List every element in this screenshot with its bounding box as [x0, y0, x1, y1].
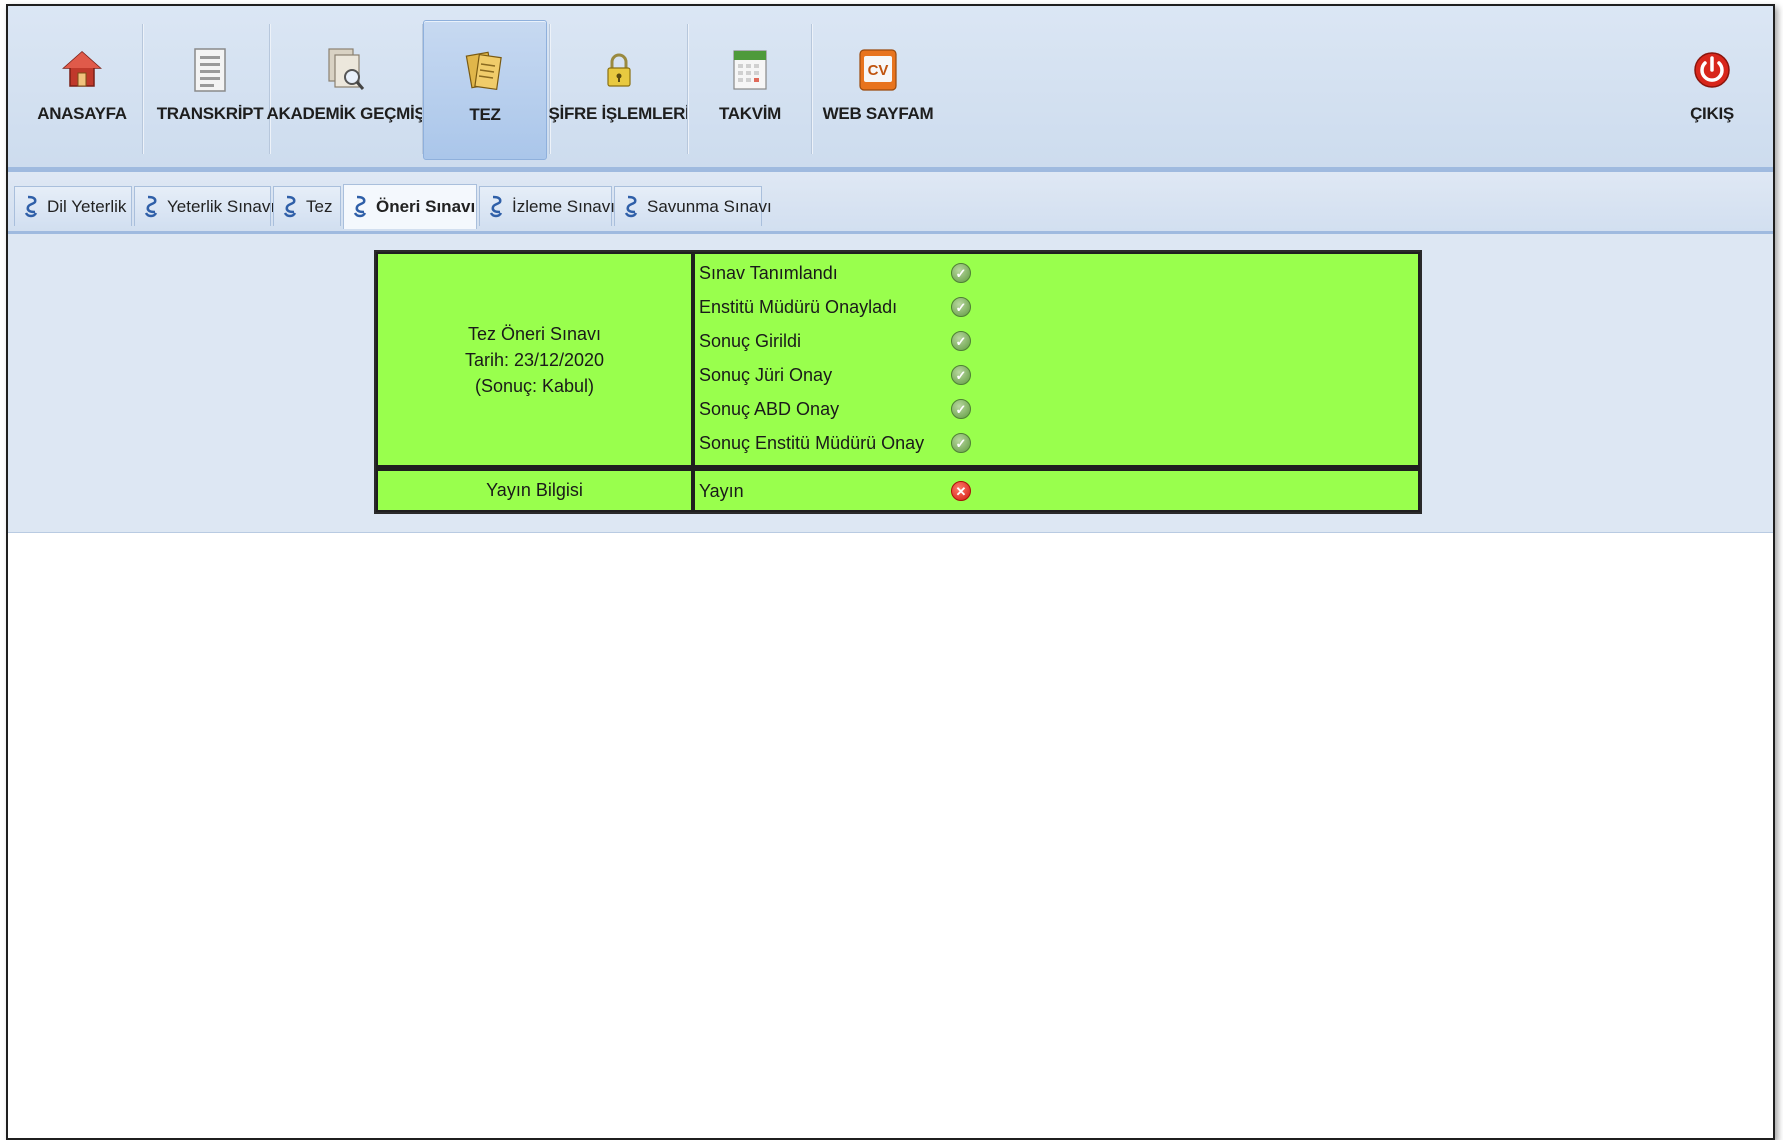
nav-academic-history-label: AKADEMİK GEÇMİŞ [266, 104, 426, 123]
tab-proposal-exam[interactable]: Öneri Sınavı [343, 184, 477, 229]
user-icon [623, 195, 639, 219]
publication-title: Yayın Bilgisi [486, 480, 583, 500]
exam-steps-cell: Sınav Tanımlandı ✓ Enstitü Müdürü Onayla… [695, 254, 1418, 465]
user-icon [282, 195, 298, 219]
logout-label: ÇIKIŞ [1690, 104, 1734, 123]
check-icon: ✓ [951, 297, 971, 317]
check-icon: ✓ [951, 263, 971, 283]
nav-divider [269, 24, 271, 154]
exam-status-table: Tez Öneri Sınavı Tarih: 23/12/2020 (Sonu… [374, 250, 1422, 514]
document-icon [188, 46, 232, 94]
home-icon [60, 46, 104, 94]
thesis-tabs: Dil Yeterlik Yeterlik Sınavı Tez Öneri S… [8, 172, 1773, 234]
nav-academic-history[interactable]: AKADEMİK GEÇMİŞ [267, 20, 426, 160]
status-row: Sınav Tanımlandı ✓ [699, 258, 1414, 288]
tab-label: Dil Yeterlik [47, 196, 127, 216]
nav-calendar[interactable]: TAKVİM [691, 20, 809, 160]
tab-thesis[interactable]: Tez [273, 186, 341, 226]
exam-title: Tez Öneri Sınavı [467, 323, 602, 344]
publication-label: Yayın [699, 480, 744, 501]
publication-title-cell: Yayın Bilgisi [378, 471, 691, 510]
nav-divider [549, 24, 551, 154]
tab-label: Yeterlik Sınavı [167, 196, 276, 216]
tab-label: İzleme Sınavı [512, 196, 615, 216]
status-row: Sonuç Jüri Onay ✓ [699, 360, 1414, 390]
lock-icon [597, 46, 641, 94]
tab-label: Tez [306, 196, 333, 216]
step-label: Sonuç Girildi [699, 330, 802, 351]
exam-result: (Sonuç: Kabul) [474, 375, 595, 396]
svg-text:CV: CV [868, 62, 889, 79]
check-icon: ✓ [951, 365, 971, 385]
nav-transcript[interactable]: TRANSKRİPT [151, 20, 269, 160]
power-icon [1690, 46, 1734, 94]
user-icon [23, 195, 39, 219]
nav-home-label: ANASAYFA [37, 104, 127, 123]
check-icon: ✓ [951, 331, 971, 351]
tab-language-proficiency[interactable]: Dil Yeterlik [14, 186, 132, 226]
content-panel: Tez Öneri Sınavı Tarih: 23/12/2020 (Sonu… [8, 234, 1773, 533]
step-label: Sonuç Jüri Onay [699, 364, 833, 385]
step-label: Enstitü Müdürü Onayladı [699, 296, 898, 317]
user-icon [488, 195, 504, 219]
status-row: Sonuç Enstitü Müdürü Onay ✓ [699, 428, 1414, 458]
calendar-icon [728, 46, 772, 94]
exam-summary-cell: Tez Öneri Sınavı Tarih: 23/12/2020 (Sonu… [378, 254, 691, 465]
nav-password[interactable]: ŞİFRE İŞLEMLERİ [549, 20, 690, 160]
nav-divider [142, 24, 144, 154]
check-icon: ✓ [951, 433, 971, 453]
step-label: Sonuç Enstitü Müdürü Onay [699, 432, 925, 453]
tab-qualifying-exam[interactable]: Yeterlik Sınavı [134, 186, 275, 226]
nav-password-label: ŞİFRE İŞLEMLERİ [548, 104, 690, 123]
nav-calendar-label: TAKVİM [718, 104, 782, 123]
nav-divider [687, 24, 689, 154]
user-icon [143, 195, 159, 219]
app-window: ANASAYFA TRANSKRİPT AKADEMİK GEÇMİŞ TEZ … [6, 4, 1775, 1140]
user-icon [352, 195, 368, 219]
nav-thesis[interactable]: TEZ [423, 20, 547, 160]
nav-web-page[interactable]: CV WEB SAYFAM [816, 20, 940, 160]
tab-label: Savunma Sınavı [647, 196, 772, 216]
nav-thesis-label: TEZ [469, 105, 501, 124]
check-icon: ✓ [951, 399, 971, 419]
exam-date: Tarih: 23/12/2020 [464, 349, 605, 370]
status-row: Yayın ✕ [699, 476, 1414, 506]
document-search-icon [324, 46, 368, 94]
nav-web-page-label: WEB SAYFAM [822, 104, 934, 123]
cross-icon: ✕ [951, 481, 971, 501]
main-toolbar: ANASAYFA TRANSKRİPT AKADEMİK GEÇMİŞ TEZ … [8, 6, 1773, 172]
tab-defense-exam[interactable]: Savunma Sınavı [614, 186, 772, 226]
publication-status-cell: Yayın ✕ [695, 471, 1418, 510]
tab-monitoring-exam[interactable]: İzleme Sınavı [479, 186, 615, 226]
step-label: Sonuç ABD Onay [699, 398, 840, 419]
logout-button[interactable]: ÇIKIŞ [1662, 20, 1762, 160]
nav-transcript-label: TRANSKRİPT [156, 104, 264, 123]
status-row: Sonuç ABD Onay ✓ [699, 394, 1414, 424]
nav-divider [811, 24, 813, 154]
status-row: Sonuç Girildi ✓ [699, 326, 1414, 356]
tab-label: Öneri Sınavı [376, 197, 476, 216]
papers-icon [463, 47, 507, 95]
step-label: Sınav Tanımlandı [699, 262, 838, 283]
nav-home[interactable]: ANASAYFA [22, 20, 142, 160]
status-row: Enstitü Müdürü Onayladı ✓ [699, 292, 1414, 322]
cv-icon: CV [856, 46, 900, 94]
